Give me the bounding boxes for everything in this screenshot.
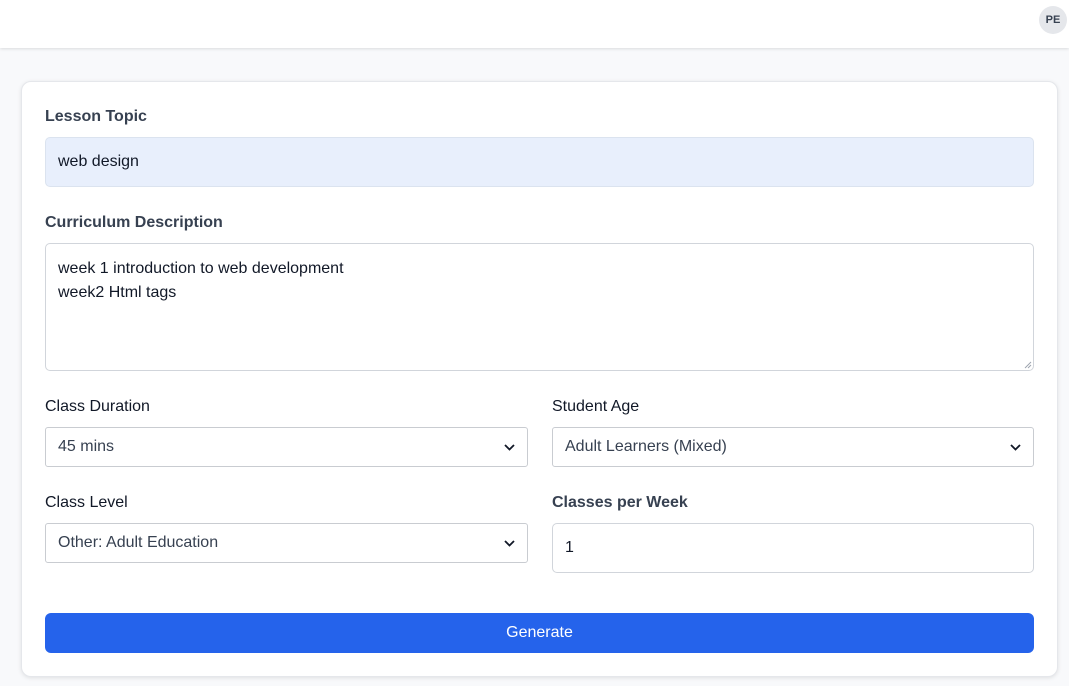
chevron-down-icon: [503, 537, 515, 549]
class-level-label: Class Level: [45, 494, 128, 511]
chevron-down-icon: [503, 441, 515, 453]
lesson-topic-value: web design: [58, 153, 139, 170]
class-duration-label: Class Duration: [45, 398, 150, 415]
student-age-label: Student Age: [552, 398, 640, 415]
generate-button[interactable]: Generate: [45, 613, 1034, 653]
top-bar: PE: [0, 0, 1069, 48]
classes-per-week-value: 1: [565, 539, 574, 556]
classes-per-week-input[interactable]: 1: [552, 523, 1034, 573]
curriculum-description-label: Curriculum Description: [45, 214, 223, 231]
lesson-topic-input[interactable]: web design: [45, 137, 1034, 187]
class-duration-select[interactable]: 45 mins: [45, 427, 528, 467]
class-duration-selected: 45 mins: [58, 438, 115, 455]
student-age-select[interactable]: Adult Learners (Mixed): [552, 427, 1034, 467]
chevron-down-icon: [1009, 441, 1021, 453]
class-level-selected: Other: Adult Education: [58, 534, 219, 551]
user-avatar[interactable]: PE: [1039, 6, 1067, 34]
classes-per-week-label: Classes per Week: [552, 494, 688, 511]
class-level-select[interactable]: Other: Adult Education: [45, 523, 528, 563]
curriculum-description-wrapper: [45, 243, 1034, 371]
curriculum-description-textarea[interactable]: [45, 243, 1034, 371]
student-age-selected: Adult Learners (Mixed): [565, 438, 727, 455]
lesson-topic-label: Lesson Topic: [45, 108, 147, 125]
